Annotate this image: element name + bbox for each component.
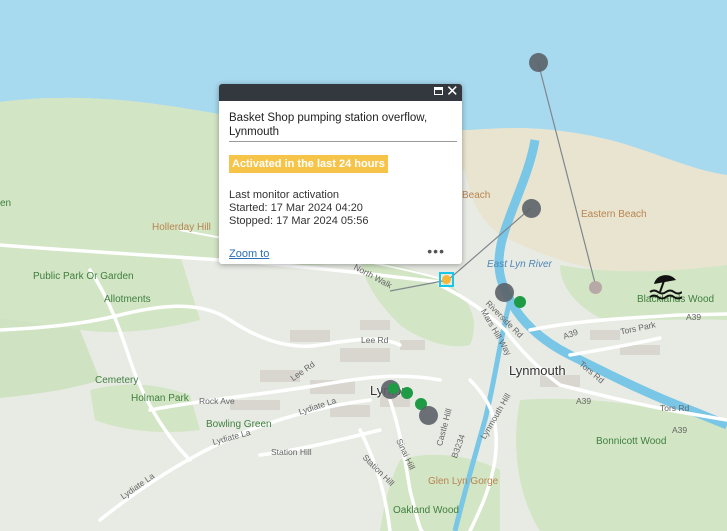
- overflow-marker-active: [442, 275, 451, 284]
- selected-marker[interactable]: [439, 272, 454, 287]
- label-cemetery: Cemetery: [95, 375, 139, 386]
- maximize-icon[interactable]: [432, 86, 444, 98]
- status-badge: Activated in the last 24 hours: [229, 155, 388, 173]
- overflow-marker-inactive[interactable]: [522, 199, 541, 218]
- road-label: Lee Rd: [361, 335, 389, 345]
- overflow-marker-ok[interactable]: [388, 383, 399, 394]
- road-label: A39: [686, 312, 702, 322]
- overflow-marker-inactive[interactable]: [529, 53, 548, 72]
- close-icon[interactable]: ✕: [446, 84, 459, 99]
- label-glen-lyn-gorge: Glen Lyn Gorge: [428, 476, 499, 487]
- road-label: A39: [672, 425, 688, 435]
- beach-umbrella-icon: [649, 275, 682, 300]
- zoom-to-link[interactable]: Zoom to: [229, 248, 269, 260]
- green-area: [516, 398, 727, 531]
- label-en: en: [0, 198, 12, 209]
- overflow-marker-ok[interactable]: [514, 296, 526, 308]
- info-popup: ✕ Basket Shop pumping station overflow, …: [219, 84, 462, 264]
- label-lynmouth: Lynmouth: [509, 363, 566, 378]
- label-bowling-green: Bowling Green: [206, 419, 272, 430]
- started-time: Started: 17 Mar 2024 04:20: [229, 202, 363, 214]
- green-area: [380, 454, 500, 531]
- overflow-marker-inactive[interactable]: [495, 283, 514, 302]
- overflow-marker-offline[interactable]: [589, 281, 602, 294]
- road-label: A39: [576, 396, 592, 406]
- road-label: Tors Rd: [660, 403, 690, 413]
- more-options-button[interactable]: •••: [427, 243, 445, 259]
- overflow-marker-inactive[interactable]: [419, 406, 438, 425]
- detail-heading: Last monitor activation: [229, 189, 340, 201]
- road-label: Rock Ave: [199, 396, 235, 406]
- label-bonnicott-wood: Bonnicott Wood: [596, 436, 667, 447]
- label-public-park: Public Park Or Garden: [33, 271, 134, 282]
- label-beach: Beach: [462, 190, 491, 201]
- label-hollerday-hill: Hollerday Hill: [152, 222, 211, 233]
- popup-title: Basket Shop pumping station overflow, Ly…: [229, 112, 428, 138]
- overflow-marker-ok[interactable]: [401, 387, 413, 399]
- label-oakland-wood: Oakland Wood: [393, 505, 459, 516]
- road-label: Station Hill: [271, 447, 312, 457]
- divider: [229, 141, 457, 142]
- label-east-lyn-river: East Lyn River: [487, 259, 552, 270]
- stopped-time: Stopped: 17 Mar 2024 05:56: [229, 215, 369, 227]
- label-eastern-beach: Eastern Beach: [581, 209, 647, 220]
- activation-details: Last monitor activation Started: 17 Mar …: [229, 189, 368, 228]
- label-allotments: Allotments: [104, 294, 151, 305]
- popup-header: ✕: [219, 84, 462, 101]
- label-holman-park: Holman Park: [131, 393, 189, 404]
